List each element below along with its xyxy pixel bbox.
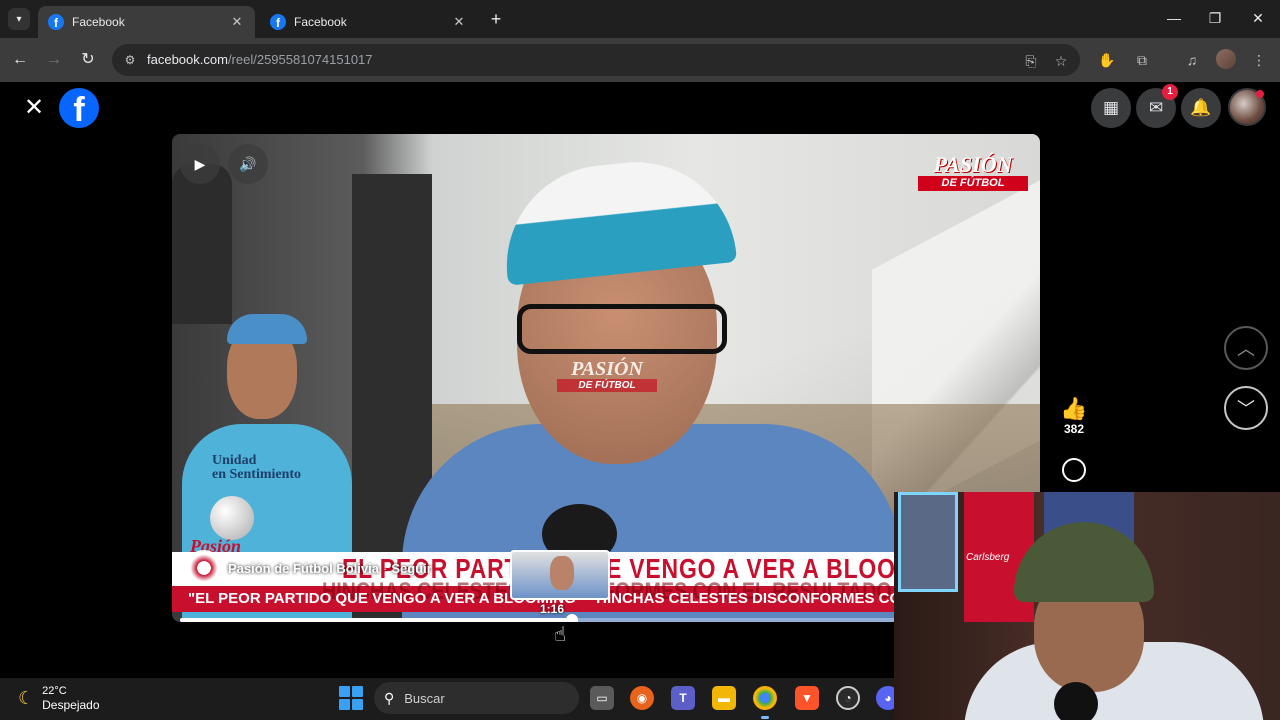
football-icon	[210, 496, 254, 540]
window-close-icon[interactable]: ✕	[1248, 8, 1268, 28]
reload-icon[interactable]: ↻	[76, 48, 100, 72]
tab-title: Facebook	[72, 15, 125, 29]
thumbs-up-icon: 👍	[1060, 396, 1088, 421]
restore-icon[interactable]: ❐	[1205, 8, 1225, 28]
obs-icon[interactable]: ◔	[836, 686, 860, 710]
install-app-icon[interactable]: ⎘	[1022, 52, 1040, 70]
site-info-icon[interactable]: ⚙	[122, 52, 138, 68]
file-explorer-icon[interactable]: ▬	[712, 686, 736, 710]
weather-desc: Despejado	[42, 698, 100, 712]
facebook-favicon-icon: f	[270, 14, 286, 30]
chevron-down-icon: ▾	[16, 13, 22, 25]
minimize-icon[interactable]: —	[1164, 8, 1184, 28]
next-reel-button[interactable]: ﹀	[1224, 386, 1268, 430]
tab-close-icon[interactable]: ✕	[451, 14, 467, 30]
tab-facebook-2[interactable]: f Facebook ✕	[260, 6, 477, 38]
hand-cursor-icon: ☝	[554, 624, 567, 646]
progress-handle[interactable]	[565, 614, 578, 622]
forward-icon[interactable]: →	[42, 48, 66, 72]
like-button[interactable]: 👍 382	[1058, 396, 1090, 436]
scrub-preview-time: 1:16	[540, 602, 565, 616]
new-tab-button[interactable]: +	[486, 9, 506, 29]
follow-button[interactable]: Seguir	[391, 561, 431, 576]
tab-title: Facebook	[294, 15, 347, 29]
bell-icon[interactable]: 🔔	[1181, 88, 1221, 128]
close-reel-icon[interactable]: ✕	[22, 96, 46, 120]
address-bar[interactable]: ⚙ facebook.com/reel/2595581074151017 ⎘ ☆	[112, 44, 1080, 76]
page-avatar[interactable]	[186, 550, 222, 586]
center-watermark: PASIÓN DE FÚTBOL	[557, 359, 657, 392]
facebook-favicon-icon: f	[48, 14, 64, 30]
url-text: facebook.com/reel/2595581074151017	[147, 52, 373, 67]
page-info-row: Pasión de Fútbol Bolivia · Seguir	[186, 550, 432, 586]
chevron-down-icon: ﹀	[1237, 399, 1255, 419]
weather-widget[interactable]: ☾ 22°C Despejado	[18, 684, 100, 713]
page-name-link[interactable]: Pasión de Fútbol Bolivia	[228, 561, 379, 576]
center-watermark-title: PASIÓN	[571, 358, 643, 380]
more-menu-icon[interactable]: ⋮	[1249, 50, 1269, 70]
play-icon[interactable]: ▶	[180, 144, 220, 184]
previous-reel-button[interactable]: ︿	[1224, 326, 1268, 370]
comment-icon[interactable]	[1062, 458, 1086, 482]
windows-start-icon[interactable]	[339, 686, 363, 710]
bookmark-star-icon[interactable]: ☆	[1052, 52, 1070, 70]
brave-icon[interactable]: ▼	[795, 686, 819, 710]
streamer-webcam: Carlsberg	[894, 492, 1280, 720]
channel-watermark: PASIÓN DE FÚTBOL	[918, 154, 1028, 191]
back-icon[interactable]: ←	[8, 48, 32, 72]
tactics-board	[898, 492, 958, 592]
search-icon: ⚲	[384, 689, 395, 706]
shirt-text: Unidad en Sentimiento	[212, 453, 302, 482]
jersey-label: Carlsberg	[966, 552, 1010, 563]
menu-grid-icon[interactable]: ▦	[1091, 88, 1131, 128]
tab-facebook-1[interactable]: f Facebook ✕	[38, 6, 255, 38]
watermark-title: PASIÓN	[933, 152, 1013, 177]
page-separator: ·	[382, 560, 388, 576]
volume-icon[interactable]: 🔊	[228, 144, 268, 184]
scrub-preview-thumbnail	[510, 550, 610, 600]
notification-badge: 1	[1162, 84, 1178, 100]
media-control-icon[interactable]: ♫	[1182, 50, 1202, 70]
tab-strip: ▾ f Facebook ✕ f Facebook ✕ + — ❐ ✕	[0, 0, 1280, 38]
streamer-microphone	[1054, 682, 1098, 720]
browser-profile-avatar[interactable]	[1216, 49, 1236, 69]
task-view-icon[interactable]: ▭	[590, 686, 614, 710]
extension-mouse-icon[interactable]: ✋	[1097, 50, 1117, 70]
profile-status-dot	[1256, 90, 1264, 98]
progress-fill	[180, 618, 572, 622]
weather-temp: 22°C	[42, 685, 67, 697]
moon-icon: ☾	[18, 688, 35, 708]
like-count: 382	[1063, 422, 1085, 436]
watermark-subtitle: DE FÚTBOL	[918, 176, 1028, 191]
chrome-active-indicator	[761, 716, 769, 719]
facebook-logo-icon[interactable]: f	[59, 88, 99, 128]
chevron-up-icon: ︿	[1237, 339, 1255, 359]
firefox-icon[interactable]: ◉	[630, 686, 654, 710]
search-placeholder: Buscar	[404, 690, 445, 706]
url-path: /reel/2595581074151017	[227, 52, 373, 67]
tab-search-button[interactable]: ▾	[8, 8, 30, 30]
center-watermark-subtitle: DE FÚTBOL	[557, 379, 657, 392]
browser-toolbar: ← → ↻ ⚙ facebook.com/reel/25955810741510…	[0, 38, 1280, 82]
chrome-icon[interactable]	[753, 686, 777, 710]
taskbar-search[interactable]: ⚲ Buscar	[374, 682, 579, 714]
windows-taskbar: ☾ 22°C Despejado ⚲ Buscar ▭ ◉ T ▬ ▼ ◔ ◕	[0, 678, 900, 720]
tab-close-icon[interactable]: ✕	[229, 14, 245, 30]
extensions-puzzle-icon[interactable]: ⧉	[1132, 50, 1152, 70]
url-host: facebook.com	[147, 52, 228, 67]
background-person	[172, 164, 232, 324]
teams-icon[interactable]: T	[671, 686, 695, 710]
